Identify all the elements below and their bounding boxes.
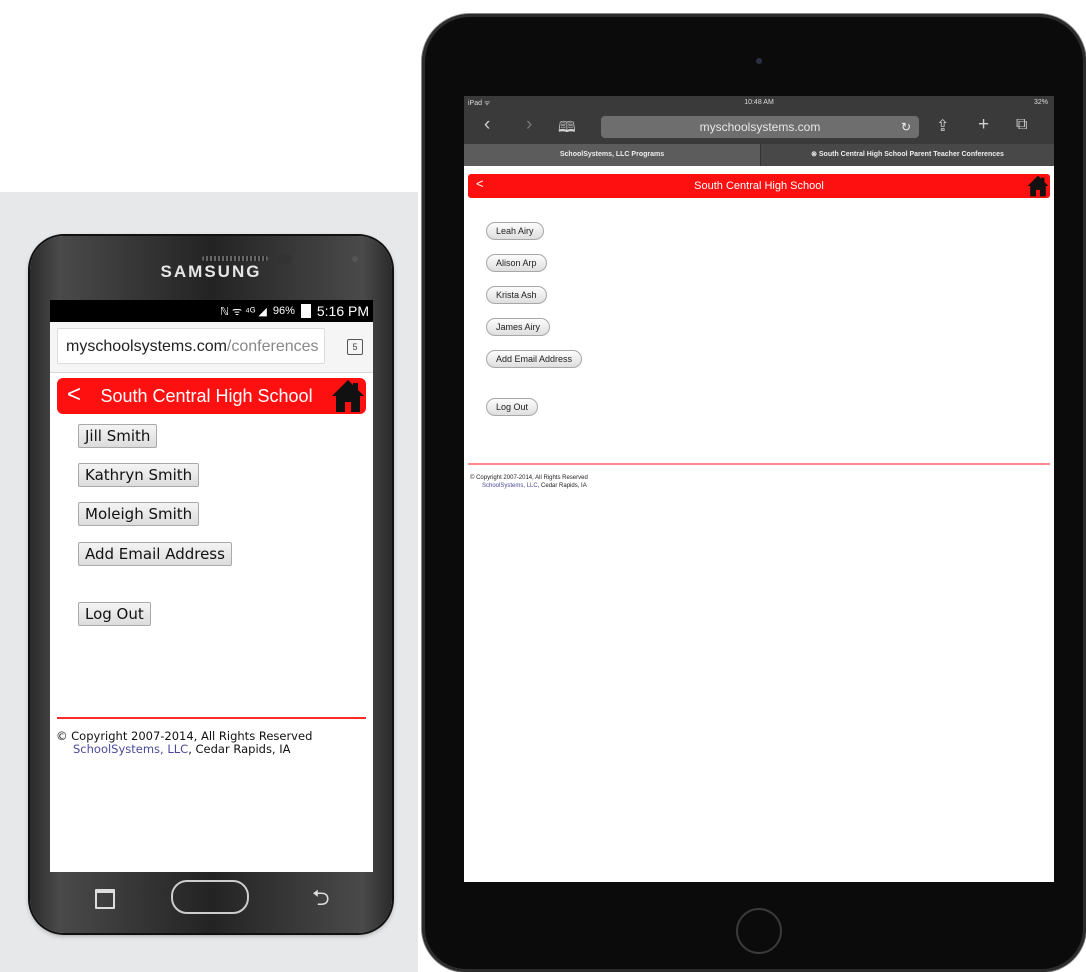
ipad-battery: 32% — [1033, 99, 1048, 106]
recent-apps-icon[interactable] — [95, 889, 115, 909]
student-button[interactable]: James Airy — [486, 318, 551, 336]
reload-icon[interactable]: ↻ — [901, 116, 911, 138]
safari-tab-bar: SchoolSystems, LLC Programs ⊗ South Cent… — [464, 144, 1054, 166]
footer-divider — [468, 463, 1050, 465]
home-icon[interactable] — [1027, 174, 1049, 198]
student-button[interactable]: Leah Airy — [486, 222, 544, 240]
phone-brand-logo: SAMSUNG — [160, 262, 262, 281]
footer-divider — [57, 717, 366, 719]
site-title: South Central High School — [100, 386, 313, 406]
footer: © Copyright 2007-2014, All Rights Reserv… — [56, 730, 312, 756]
home-button[interactable] — [171, 880, 249, 914]
student-button[interactable]: Moleigh Smith — [78, 502, 200, 526]
phone-nav-bar: ⮌ — [50, 872, 373, 922]
copyright-text: © Copyright 2007-2014, All Rights Reserv… — [470, 475, 588, 481]
phone-status-bar: ℕ ᯤ ⁴ᴳ ◢ 96% 5:16 PM — [50, 300, 373, 322]
share-icon[interactable]: ⇪ — [936, 116, 949, 136]
site-title: South Central High School — [694, 180, 824, 192]
company-location: , Cedar Rapids, IA — [188, 742, 291, 756]
ipad-device: iPad ᯤ 10:48 AM 32% ‹ › 🕮 myschoolsystem… — [422, 14, 1086, 972]
battery-percent: 96% — [272, 305, 295, 317]
url-domain: myschoolsystems.com — [66, 338, 227, 355]
footer: © Copyright 2007-2014, All Rights Reserv… — [470, 474, 588, 490]
status-time: 5:16 PM — [316, 303, 369, 319]
phone-url-field[interactable]: myschoolsystems.com/conferences — [57, 328, 325, 364]
safari-toolbar: ‹ › 🕮 myschoolsystems.com ↻ ⇪ + ⧉ — [464, 110, 1054, 144]
student-button[interactable]: Jill Smith — [78, 424, 158, 448]
url-path: /conferences — [226, 338, 319, 355]
bookmarks-icon[interactable]: 🕮 — [558, 117, 576, 142]
add-email-button[interactable]: Add Email Address — [486, 350, 583, 368]
ipad-url-text: myschoolsystems.com — [699, 120, 821, 134]
back-arrow-icon[interactable]: ⮌ — [312, 881, 330, 919]
site-header: < South Central High School — [57, 378, 366, 414]
logout-button[interactable]: Log Out — [486, 398, 539, 416]
tab-programs[interactable]: SchoolSystems, LLC Programs — [464, 144, 761, 166]
company-link[interactable]: SchoolSystems, LLC — [73, 742, 188, 756]
home-icon[interactable] — [331, 378, 365, 414]
tab-conferences[interactable]: ⊗ South Central High School Parent Teach… — [761, 144, 1054, 166]
forward-icon[interactable]: › — [526, 114, 532, 136]
logout-button[interactable]: Log Out — [78, 602, 151, 626]
ipad-url-field[interactable]: myschoolsystems.com ↻ — [601, 116, 919, 138]
ipad-status-bar: iPad ᯤ 10:48 AM 32% — [464, 96, 1054, 110]
ipad-camera — [756, 58, 762, 64]
ipad-screen: iPad ᯤ 10:48 AM 32% ‹ › 🕮 myschoolsystem… — [464, 96, 1054, 882]
phone-screen: ℕ ᯤ ⁴ᴳ ◢ 96% 5:16 PM myschoolsystems.com… — [50, 300, 373, 872]
student-button[interactable]: Krista Ash — [486, 286, 547, 304]
battery-icon — [300, 304, 311, 318]
back-icon[interactable]: ‹ — [484, 114, 490, 136]
tabs-icon[interactable]: ⧉ — [1016, 116, 1027, 134]
add-email-button[interactable]: Add Email Address — [78, 542, 232, 566]
samsung-phone: SAMSUNG ℕ ᯤ ⁴ᴳ ◢ 96% 5:16 PM myschoolsys… — [30, 236, 392, 933]
tab-count-button[interactable]: 5 — [347, 339, 363, 355]
status-icons: ℕ ᯤ ⁴ᴳ ◢ — [220, 305, 267, 318]
student-button[interactable]: Kathryn Smith — [78, 463, 200, 487]
ipad-status-time: 10:48 AM — [744, 99, 774, 106]
phone-address-bar: myschoolsystems.com/conferences 5 — [50, 322, 373, 373]
site-header: < South Central High School — [468, 174, 1050, 198]
company-link[interactable]: SchoolSystems, LLC — [482, 483, 538, 489]
student-button[interactable]: Alison Arp — [486, 254, 547, 272]
company-location: , Cedar Rapids, IA — [537, 483, 587, 489]
ipad-home-button[interactable] — [736, 908, 782, 954]
phone-speaker — [202, 256, 268, 261]
new-tab-icon[interactable]: + — [978, 114, 989, 136]
